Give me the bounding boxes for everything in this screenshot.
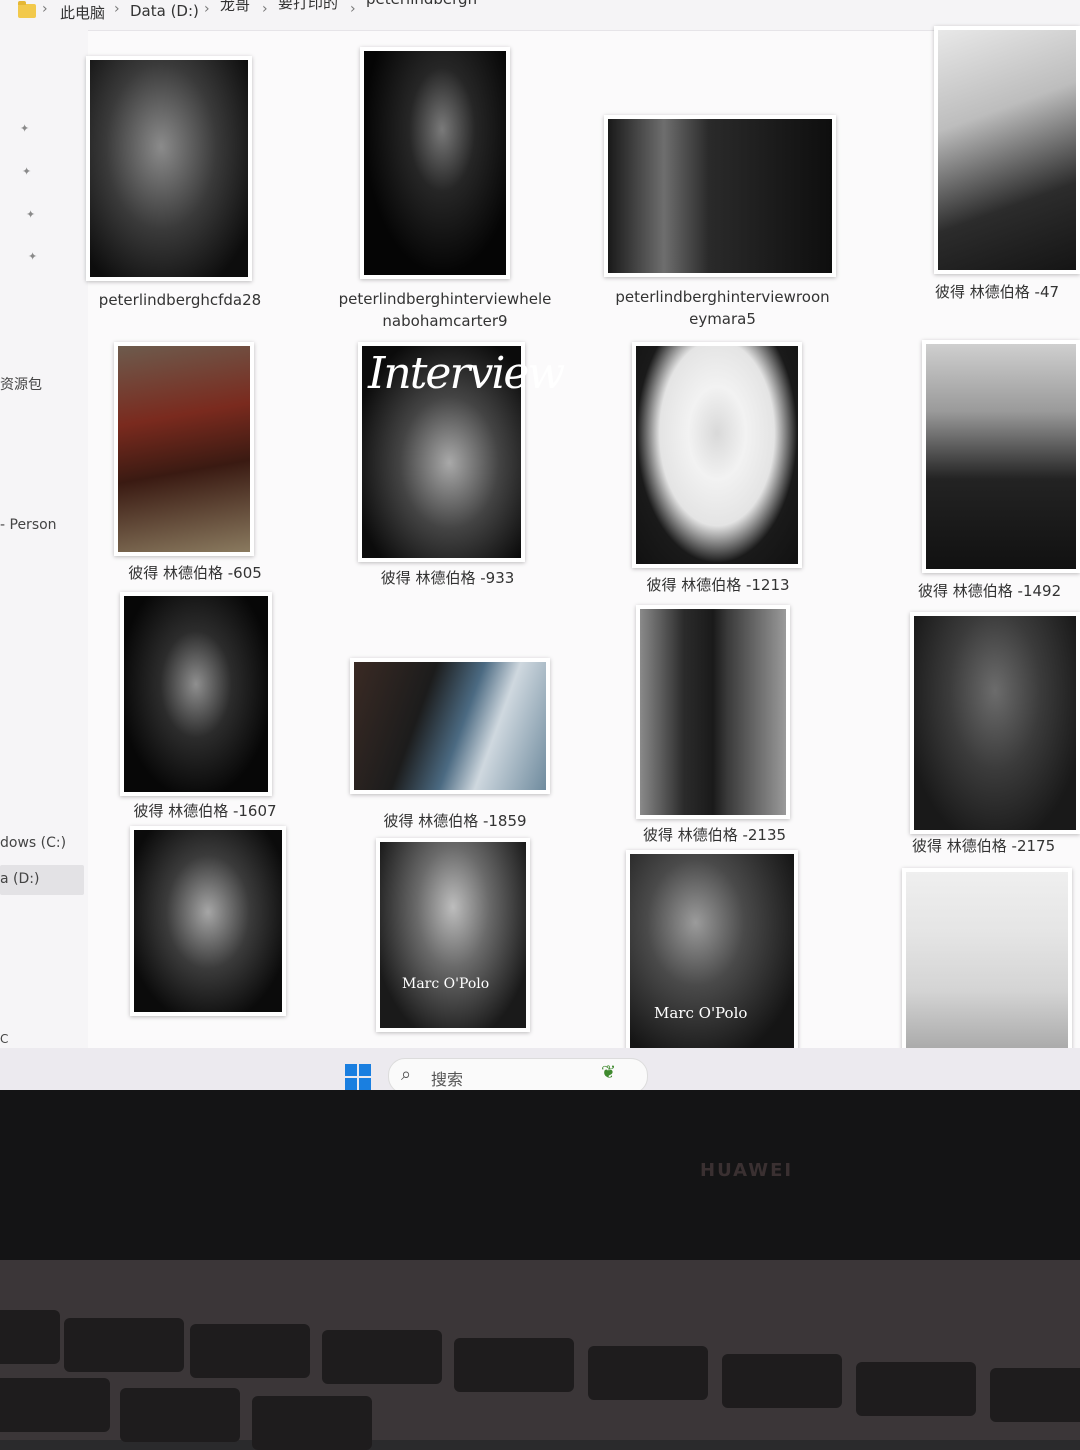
photo-thumbnail[interactable] [902,868,1072,1074]
keyboard-key [722,1354,842,1408]
file-name[interactable]: peterlindberghinterviewhele nabohamcarte… [330,288,560,332]
photo-thumbnail[interactable] [604,115,836,277]
pin-icon: ✦ [28,250,38,263]
file-name[interactable]: peterlindberghcfda28 [90,289,270,311]
photo-thumbnail[interactable] [636,605,790,819]
keyboard-key [454,1338,574,1392]
brand-logo-text: Marc O'Polo [402,976,490,992]
pin-icon: ✦ [22,165,32,178]
keyboard-key [252,1396,372,1450]
breadcrumb-drive-d[interactable]: Data (D:) [130,2,199,20]
photo-thumbnail[interactable]: Marc O'Polo [376,838,530,1032]
file-name[interactable]: 彼得 林德伯格 -2135 [632,824,797,846]
nav-item-drive-d[interactable]: a (D:) [0,871,39,887]
photo-thumbnail[interactable]: Interview [358,342,565,562]
laptop-brand-logo: HUAWEI [700,1160,794,1181]
keyboard-key [0,1378,110,1432]
photo-thumbnail[interactable] [350,658,550,794]
pin-icon: ✦ [26,208,36,221]
breadcrumb-folder-2[interactable]: 要打印的 [278,0,338,13]
photo-thumbnail[interactable] [114,342,254,556]
keyboard-key [322,1330,442,1384]
photo-thumbnail[interactable] [934,26,1080,274]
chevron-right-icon: › [262,1,268,17]
keyboard-key [588,1346,708,1400]
file-name[interactable]: 彼得 林德伯格 -47 [935,281,1080,303]
breadcrumb-folder-1[interactable]: 龙哥 [220,0,250,15]
photo-thumbnail[interactable] [632,342,802,568]
keyboard-key [120,1388,240,1442]
windows-start-icon[interactable] [345,1064,371,1090]
keyboard-key [0,1310,60,1364]
nav-item-personal[interactable]: - Person [0,517,57,533]
photo-thumbnail[interactable] [120,592,272,796]
photo-thumbnail[interactable] [922,340,1080,573]
photo-thumbnail[interactable] [130,826,286,1016]
keyboard-key [856,1362,976,1416]
file-name[interactable]: 彼得 林德伯格 -1213 [628,574,808,596]
photo-thumbnail[interactable] [910,612,1080,834]
plant-icon: ❦ [601,1062,617,1083]
file-name[interactable]: 彼得 林德伯格 -933 [365,567,530,589]
file-name[interactable]: 彼得 林德伯格 -2175 [912,835,1080,857]
breadcrumb-this-pc[interactable]: 此电脑 [60,2,105,23]
file-name[interactable]: 彼得 林德伯格 -605 [120,562,270,584]
photo-thumbnail[interactable]: Marc O'Polo [626,850,798,1054]
search-icon: ⌕ [401,1064,412,1085]
file-name[interactable]: 彼得 林德伯格 -1492 [918,580,1080,602]
laptop-bezel [0,1090,1080,1260]
keyboard-key [190,1324,310,1378]
brand-logo-text: Marc O'Polo [654,1004,748,1022]
chevron-right-icon: › [114,1,120,17]
taskbar: ⌕ 搜索 ❦ Ai Ps [0,1048,1080,1090]
file-name[interactable]: 彼得 林德伯格 -1607 [125,800,285,822]
address-bar[interactable]: › 此电脑 › Data (D:) › 龙哥 › 要打印的 › peterlin… [0,0,1080,31]
taskbar-search-box[interactable]: ⌕ 搜索 ❦ [388,1058,648,1090]
search-placeholder: 搜索 [431,1070,464,1089]
chevron-right-icon: › [42,1,48,17]
breadcrumb-folder-3[interactable]: peterlindbergh [366,0,477,8]
nav-item-resource[interactable]: 资源包 [0,374,42,394]
monitor-screen: › 此电脑 › Data (D:) › 龙哥 › 要打印的 › peterlin… [0,0,1080,1090]
chevron-right-icon: › [204,1,210,17]
file-name[interactable]: 彼得 林德伯格 -1859 [375,810,535,832]
folder-icon [18,1,36,18]
magazine-masthead: Interview [368,348,565,399]
file-name[interactable]: peterlindberghinterviewroon eymara5 [600,286,845,330]
photo-thumbnail[interactable] [86,56,252,281]
laptop-keyboard-deck [0,1260,1080,1450]
photo-thumbnail[interactable] [360,47,510,279]
navigation-pane: ✦ ✦ ✦ ✦ 资源包 - Person dows (C:) a (D:) C … [0,30,88,1090]
nav-item-drive-c[interactable]: dows (C:) [0,835,66,851]
nav-item-c: C [0,1032,9,1046]
keyboard-key [990,1368,1080,1422]
keyboard-key [64,1318,184,1372]
chevron-right-icon: › [350,1,356,17]
pin-icon: ✦ [20,122,30,135]
